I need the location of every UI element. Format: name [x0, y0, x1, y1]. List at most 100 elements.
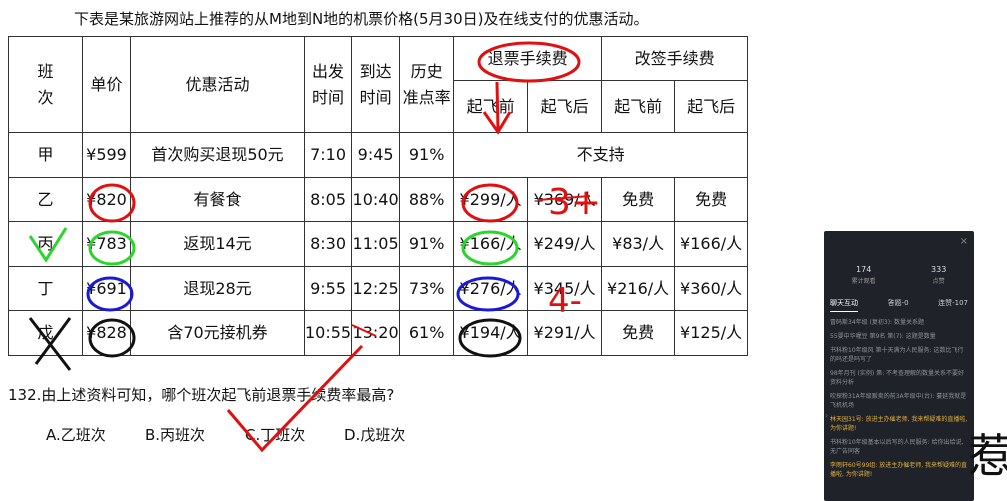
- chat-message-list[interactable]: 冒码斯34年级 (复初3): 数量关系题 55婴中华喔豆 第9名 第(7): 这…: [824, 312, 974, 490]
- header-ontime-line2: 准点率: [402, 87, 451, 107]
- header-refund-after: 起飞后: [527, 80, 603, 133]
- cell-no-support: 不支持: [453, 132, 749, 178]
- cell-refund-after: ¥369/人: [527, 177, 603, 222]
- cell-refund-before: ¥194/人: [453, 310, 529, 356]
- option-b[interactable]: B.丙班次: [145, 424, 205, 445]
- calligraphy-logo: 惹: [968, 429, 1007, 483]
- cell-refund-before: ¥276/人: [453, 266, 529, 311]
- cell-ontime: 91%: [399, 132, 455, 178]
- chat-message: 冒码斯34年级 (复初3): 数量关系题: [830, 319, 924, 326]
- stat-views-count: 174: [856, 265, 872, 274]
- table-row: 乙 ¥820 有餐食 8:05 10:40 88% ¥299/人 ¥369/人 …: [8, 177, 749, 222]
- cell-flight: 丙: [8, 221, 83, 267]
- header-flight: 班 次: [8, 36, 83, 133]
- cell-change-after: ¥125/人: [674, 310, 749, 356]
- cell-flight: 甲: [8, 132, 83, 178]
- cell-arrive: 9:45: [351, 132, 401, 178]
- cell-depart: 7:10: [303, 132, 353, 178]
- cell-promo: 返现14元: [130, 221, 305, 267]
- header-refund-before: 起飞前: [453, 80, 529, 133]
- cell-refund-after: ¥345/人: [527, 266, 603, 311]
- cell-arrive: 13:20: [351, 310, 401, 356]
- cell-change-before: 免费: [601, 177, 676, 222]
- cell-price: ¥599: [82, 132, 131, 178]
- cell-arrive: 10:40: [351, 177, 401, 222]
- chat-message: 吹探粉31A年级贩卖的前3A年级中(台): 蔓延我就是飞机机场: [830, 393, 967, 409]
- cell-refund-before: ¥166/人: [453, 221, 529, 267]
- cell-promo: 退现28元: [130, 266, 305, 311]
- chat-message: 55婴中华喔豆 第9名 第(7): 这题是数量: [830, 333, 936, 340]
- header-change-before: 起飞前: [601, 80, 676, 133]
- stat-likes: 333 点赞: [931, 265, 946, 285]
- chat-message: 98年月刊 (实例) 第: 不考查理解的数量关系不要好资料分析: [830, 370, 965, 386]
- cell-depart: 10:55: [303, 310, 353, 356]
- chat-message: 林天园31号: 放进主办催老师, 我来帮疑难的直播啦, 为你讲题!: [830, 416, 968, 432]
- cell-promo: 含70元接机券: [130, 310, 305, 356]
- fare-table: 班 次 单价 优惠活动 出发 时间 到达 时间 历史 准点率 退票手续费 改签手…: [8, 36, 749, 356]
- header-depart-line1: 出发: [312, 61, 345, 81]
- tab-chat[interactable]: 聊天互动: [830, 295, 858, 312]
- stat-views-label: 累计观看: [851, 278, 876, 285]
- cell-promo: 首次购买退现50元: [130, 132, 305, 178]
- stat-likes-label: 点赞: [932, 278, 945, 285]
- cell-ontime: 73%: [399, 266, 455, 311]
- cell-price: ¥828: [82, 310, 131, 356]
- chat-message: 李雨轩60号99组: 放进主办催老师, 我来帮疑难的直播啦, 为你讲题!: [830, 462, 968, 478]
- cell-price: ¥691: [82, 266, 131, 311]
- cell-change-after: ¥360/人: [674, 266, 749, 311]
- close-icon[interactable]: ×: [960, 236, 968, 247]
- cell-price: ¥820: [82, 177, 131, 222]
- chat-message: 书科粉10年级基本以后写的人民服务: 给你出给说, 无广告同客: [830, 439, 964, 455]
- cell-flight: 戊: [8, 310, 83, 356]
- cell-ontime: 61%: [399, 310, 455, 356]
- header-price: 单价: [82, 36, 131, 133]
- stat-likes-count: 333: [931, 265, 947, 274]
- cell-change-before: ¥83/人: [601, 221, 676, 267]
- cell-depart: 8:30: [303, 221, 353, 267]
- cell-flight: 丁: [8, 266, 83, 311]
- header-arrive-line2: 时间: [359, 87, 392, 107]
- header-change-after: 起飞后: [674, 80, 749, 133]
- cell-price: ¥783: [82, 221, 131, 267]
- header-flight-line1: 班: [37, 61, 54, 81]
- option-d[interactable]: D.戊班次: [344, 424, 405, 445]
- table-row: 丙 ¥783 返现14元 8:30 11:05 91% ¥166/人 ¥249/…: [8, 221, 749, 267]
- question-text: 132.由上述资料可知，哪个班次起飞前退票手续费率最高?: [8, 386, 395, 404]
- cell-refund-after: ¥291/人: [527, 310, 603, 356]
- cell-flight: 乙: [8, 177, 83, 222]
- cell-refund-after: ¥249/人: [527, 221, 603, 267]
- header-promo: 优惠活动: [130, 36, 305, 133]
- option-c[interactable]: C.丁班次: [245, 424, 305, 445]
- cell-change-after: ¥166/人: [674, 221, 749, 267]
- header-depart-line2: 时间: [312, 87, 345, 107]
- live-chat-panel: × › 174 累计观看 333 点赞 聊天互动 答题-0 连赞-107 冒码斯…: [824, 231, 974, 501]
- cell-arrive: 12:25: [351, 266, 401, 311]
- cell-arrive: 11:05: [351, 221, 401, 267]
- header-flight-line2: 次: [37, 87, 54, 107]
- cell-ontime: 91%: [399, 221, 455, 267]
- intro-text: 下表是某旅游网站上推荐的从M地到N地的机票价格(5月30日)及在线支付的优惠活动…: [74, 10, 649, 28]
- panel-tabs: 聊天互动 答题-0 连赞-107: [824, 295, 974, 312]
- header-change-fee: 改签手续费: [601, 36, 749, 81]
- header-arrive: 到达 时间: [351, 36, 401, 133]
- cell-ontime: 88%: [399, 177, 455, 222]
- header-ontime: 历史 准点率: [399, 36, 455, 133]
- header-ontime-line1: 历史: [410, 61, 443, 81]
- header-arrive-line1: 到达: [359, 61, 392, 81]
- cell-promo: 有餐食: [130, 177, 305, 222]
- cell-refund-before: ¥299/人: [453, 177, 529, 222]
- cell-change-after: 免费: [674, 177, 749, 222]
- chat-message: 书科粉10年级风 第十天满为人民服务: 这数比飞行的吗还是吗写了: [830, 347, 964, 363]
- cell-depart: 8:05: [303, 177, 353, 222]
- tab-quiz[interactable]: 答题-0: [888, 295, 909, 312]
- chevron-right-icon[interactable]: ›: [825, 411, 828, 420]
- cell-change-before: 免费: [601, 310, 676, 356]
- cell-change-before: ¥216/人: [601, 266, 676, 311]
- stats-row: 174 累计观看 333 点赞: [824, 231, 974, 285]
- cell-depart: 9:55: [303, 266, 353, 311]
- option-a[interactable]: A.乙班次: [46, 424, 106, 445]
- header-depart: 出发 时间: [303, 36, 353, 133]
- table-row: 戊 ¥828 含70元接机券 10:55 13:20 61% ¥194/人 ¥2…: [8, 310, 749, 356]
- tab-likes[interactable]: 连赞-107: [938, 295, 968, 312]
- table-row: 甲 ¥599 首次购买退现50元 7:10 9:45 91% 不支持: [8, 132, 749, 178]
